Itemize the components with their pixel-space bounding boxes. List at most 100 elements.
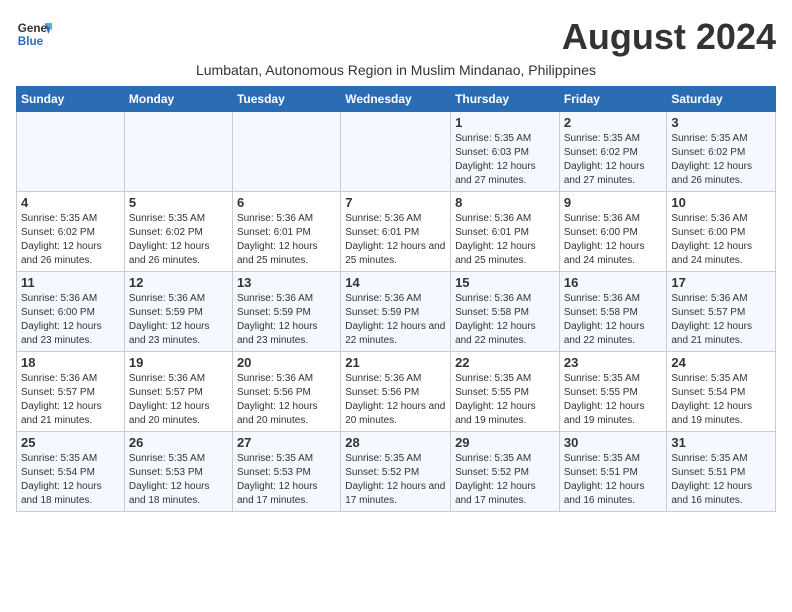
- day-number: 21: [345, 355, 446, 370]
- day-of-week-header: Saturday: [667, 87, 776, 112]
- day-info: Sunrise: 5:35 AMSunset: 5:53 PMDaylight:…: [237, 452, 336, 508]
- calendar-cell: 29Sunrise: 5:35 AMSunset: 5:52 PMDayligh…: [451, 432, 560, 512]
- calendar-cell: 17 Sunrise: 5:36 AMSunset: 5:57 PMDayligh…: [667, 272, 776, 352]
- day-info: Sunrise: 5:36 AMSunset: 5:59 PMDaylight:…: [129, 292, 228, 348]
- calendar-week-row: 18 Sunrise: 5:36 AMSunset: 5:57 PMDayligh…: [17, 352, 776, 432]
- calendar-cell: [232, 112, 340, 192]
- day-number: 27: [237, 435, 336, 450]
- day-info: Sunrise: 5:36 AMSunset: 5:57 PMDaylight:…: [21, 372, 120, 428]
- day-number: 2: [564, 115, 663, 130]
- day-number: 6: [237, 195, 336, 210]
- day-info: Sunrise: 5:36 AMSunset: 5:56 PMDaylight:…: [237, 372, 336, 428]
- calendar-cell: 11 Sunrise: 5:36 AMSunset: 6:00 PMDayligh…: [17, 272, 125, 352]
- day-info: Sunrise: 5:36 AMSunset: 6:01 PMDaylight:…: [455, 212, 555, 268]
- calendar-cell: 4 Sunrise: 5:35 AMSunset: 6:02 PMDaylight…: [17, 192, 125, 272]
- day-info: Sunrise: 5:36 AMSunset: 5:58 PMDaylight:…: [564, 292, 663, 348]
- calendar-cell: 16 Sunrise: 5:36 AMSunset: 5:58 PMDayligh…: [559, 272, 667, 352]
- month-title: August 2024: [562, 16, 776, 58]
- calendar-table: SundayMondayTuesdayWednesdayThursdayFrid…: [16, 86, 776, 512]
- day-number: 12: [129, 275, 228, 290]
- day-info: Sunrise: 5:36 AMSunset: 6:00 PMDaylight:…: [564, 212, 663, 268]
- calendar-cell: 15 Sunrise: 5:36 AMSunset: 5:58 PMDayligh…: [451, 272, 560, 352]
- day-info: Sunrise: 5:35 AMSunset: 5:54 PMDaylight:…: [671, 372, 771, 428]
- day-number: 18: [21, 355, 120, 370]
- subtitle: Lumbatan, Autonomous Region in Muslim Mi…: [16, 62, 776, 78]
- calendar-cell: [17, 112, 125, 192]
- calendar-week-row: 1Sunrise: 5:35 AMSunset: 6:03 PMDaylight…: [17, 112, 776, 192]
- day-number: 15: [455, 275, 555, 290]
- day-number: 20: [237, 355, 336, 370]
- day-info: Sunrise: 5:35 AMSunset: 6:02 PMDaylight:…: [564, 132, 663, 188]
- calendar-week-row: 25 Sunrise: 5:35 AMSunset: 5:54 PMDayligh…: [17, 432, 776, 512]
- logo: General Blue: [16, 16, 52, 52]
- day-of-week-header: Friday: [559, 87, 667, 112]
- calendar-cell: 9 Sunrise: 5:36 AMSunset: 6:00 PMDaylight…: [559, 192, 667, 272]
- calendar-cell: 6Sunrise: 5:36 AMSunset: 6:01 PMDaylight…: [232, 192, 340, 272]
- calendar-cell: 10 Sunrise: 5:36 AMSunset: 6:00 PMDayligh…: [667, 192, 776, 272]
- day-info: Sunrise: 5:35 AMSunset: 6:02 PMDaylight:…: [129, 212, 228, 268]
- day-number: 4: [21, 195, 120, 210]
- day-number: 31: [671, 435, 771, 450]
- calendar-cell: 1Sunrise: 5:35 AMSunset: 6:03 PMDaylight…: [451, 112, 560, 192]
- day-of-week-header: Sunday: [17, 87, 125, 112]
- day-info: Sunrise: 5:36 AMSunset: 6:00 PMDaylight:…: [21, 292, 120, 348]
- day-number: 17: [671, 275, 771, 290]
- day-info: Sunrise: 5:35 AMSunset: 6:02 PMDaylight:…: [671, 132, 771, 188]
- day-info: Sunrise: 5:35 AMSunset: 5:54 PMDaylight:…: [21, 452, 120, 508]
- calendar-cell: 26Sunrise: 5:35 AMSunset: 5:53 PMDayligh…: [124, 432, 232, 512]
- day-info: Sunrise: 5:35 AMSunset: 5:52 PMDaylight:…: [455, 452, 555, 508]
- calendar-cell: 23Sunrise: 5:35 AMSunset: 5:55 PMDayligh…: [559, 352, 667, 432]
- day-info: Sunrise: 5:36 AMSunset: 5:57 PMDaylight:…: [671, 292, 771, 348]
- day-info: Sunrise: 5:35 AMSunset: 5:55 PMDaylight:…: [564, 372, 663, 428]
- day-info: Sunrise: 5:35 AMSunset: 6:02 PMDaylight:…: [21, 212, 120, 268]
- day-info: Sunrise: 5:36 AMSunset: 6:00 PMDaylight:…: [671, 212, 771, 268]
- day-info: Sunrise: 5:36 AMSunset: 5:56 PMDaylight:…: [345, 372, 446, 428]
- day-number: 7: [345, 195, 446, 210]
- day-number: 22: [455, 355, 555, 370]
- calendar-cell: 13 Sunrise: 5:36 AMSunset: 5:59 PMDayligh…: [232, 272, 340, 352]
- day-info: Sunrise: 5:35 AMSunset: 5:51 PMDaylight:…: [671, 452, 771, 508]
- day-number: 11: [21, 275, 120, 290]
- day-number: 24: [671, 355, 771, 370]
- day-number: 3: [671, 115, 771, 130]
- calendar-cell: 14Sunrise: 5:36 AMSunset: 5:59 PMDayligh…: [341, 272, 451, 352]
- calendar-cell: 28Sunrise: 5:35 AMSunset: 5:52 PMDayligh…: [341, 432, 451, 512]
- logo-icon: General Blue: [16, 16, 52, 52]
- calendar-cell: 30Sunrise: 5:35 AMSunset: 5:51 PMDayligh…: [559, 432, 667, 512]
- day-info: Sunrise: 5:35 AMSunset: 5:55 PMDaylight:…: [455, 372, 555, 428]
- calendar-cell: 8 Sunrise: 5:36 AMSunset: 6:01 PMDaylight…: [451, 192, 560, 272]
- day-number: 8: [455, 195, 555, 210]
- day-info: Sunrise: 5:35 AMSunset: 6:03 PMDaylight:…: [455, 132, 555, 188]
- calendar-cell: 7 Sunrise: 5:36 AMSunset: 6:01 PMDaylight…: [341, 192, 451, 272]
- day-number: 10: [671, 195, 771, 210]
- day-info: Sunrise: 5:36 AMSunset: 6:01 PMDaylight:…: [345, 212, 446, 268]
- day-of-week-header: Wednesday: [341, 87, 451, 112]
- calendar-cell: 25 Sunrise: 5:35 AMSunset: 5:54 PMDayligh…: [17, 432, 125, 512]
- day-number: 14: [345, 275, 446, 290]
- calendar-cell: 24 Sunrise: 5:35 AMSunset: 5:54 PMDayligh…: [667, 352, 776, 432]
- calendar-cell: 27 Sunrise: 5:35 AMSunset: 5:53 PMDayligh…: [232, 432, 340, 512]
- day-number: 19: [129, 355, 228, 370]
- day-of-week-header: Thursday: [451, 87, 560, 112]
- day-info: Sunrise: 5:36 AMSunset: 5:59 PMDaylight:…: [237, 292, 336, 348]
- day-number: 25: [21, 435, 120, 450]
- calendar-week-row: 4 Sunrise: 5:35 AMSunset: 6:02 PMDaylight…: [17, 192, 776, 272]
- day-number: 28: [345, 435, 446, 450]
- calendar-cell: 2 Sunrise: 5:35 AMSunset: 6:02 PMDaylight…: [559, 112, 667, 192]
- day-info: Sunrise: 5:36 AMSunset: 5:58 PMDaylight:…: [455, 292, 555, 348]
- calendar-cell: [124, 112, 232, 192]
- day-number: 5: [129, 195, 228, 210]
- day-of-week-header: Monday: [124, 87, 232, 112]
- calendar-cell: [341, 112, 451, 192]
- calendar-cell: 31 Sunrise: 5:35 AMSunset: 5:51 PMDayligh…: [667, 432, 776, 512]
- day-info: Sunrise: 5:35 AMSunset: 5:51 PMDaylight:…: [564, 452, 663, 508]
- calendar-cell: 19Sunrise: 5:36 AMSunset: 5:57 PMDayligh…: [124, 352, 232, 432]
- day-number: 9: [564, 195, 663, 210]
- day-number: 13: [237, 275, 336, 290]
- calendar-cell: 21 Sunrise: 5:36 AMSunset: 5:56 PMDayligh…: [341, 352, 451, 432]
- calendar-header-row: SundayMondayTuesdayWednesdayThursdayFrid…: [17, 87, 776, 112]
- calendar-cell: 12 Sunrise: 5:36 AMSunset: 5:59 PMDayligh…: [124, 272, 232, 352]
- day-number: 16: [564, 275, 663, 290]
- day-of-week-header: Tuesday: [232, 87, 340, 112]
- day-number: 26: [129, 435, 228, 450]
